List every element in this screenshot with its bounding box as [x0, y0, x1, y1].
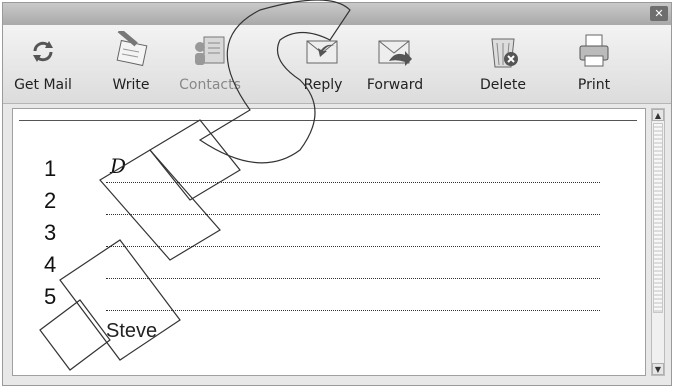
- write-icon: [116, 28, 148, 67]
- line-number: 5: [44, 284, 57, 309]
- line-number: 1: [44, 156, 57, 181]
- get-mail-button[interactable]: Get Mail: [13, 31, 73, 93]
- answer-line-1: 1 D: [44, 154, 604, 188]
- answer-line-2: 2: [44, 188, 604, 220]
- dotted-line: [106, 246, 600, 247]
- handwritten-answer: D: [110, 154, 127, 178]
- reply-icon: [306, 40, 339, 64]
- contacts-icon: [195, 36, 225, 65]
- scroll-up-button[interactable]: ▲: [652, 109, 664, 121]
- get-mail-label: Get Mail: [14, 77, 72, 93]
- answer-line-4: 4: [44, 252, 604, 284]
- scroll-down-button[interactable]: ▼: [652, 363, 664, 375]
- dotted-line: [106, 310, 600, 311]
- reply-label: Reply: [303, 77, 343, 93]
- dotted-line: [106, 182, 600, 183]
- line-number: 4: [44, 252, 57, 277]
- answer-line-3: 3: [44, 220, 604, 252]
- scroll-thumb[interactable]: [653, 123, 663, 313]
- line-number: 2: [44, 188, 57, 213]
- forward-label: Forward: [366, 77, 424, 93]
- title-bar: ✕: [3, 3, 671, 26]
- print-button[interactable]: Print: [569, 31, 619, 93]
- line-number: 3: [44, 220, 57, 245]
- forward-icon: [378, 40, 412, 66]
- get-mail-icon: [33, 41, 53, 62]
- delete-icon: [491, 38, 518, 68]
- print-icon: [579, 34, 609, 67]
- contacts-label: Contacts: [179, 77, 241, 93]
- answer-line-5: 5: [44, 284, 604, 316]
- delete-button[interactable]: Delete: [473, 31, 533, 93]
- vertical-scrollbar[interactable]: ▲ ▼: [651, 108, 665, 376]
- print-label: Print: [577, 77, 611, 93]
- dotted-line: [106, 278, 600, 279]
- signoff: Steve: [106, 320, 158, 342]
- header-divider: [19, 120, 637, 121]
- dotted-line: [106, 214, 600, 215]
- contacts-button[interactable]: Contacts: [175, 31, 245, 93]
- write-button[interactable]: Write: [103, 28, 159, 93]
- close-button[interactable]: ✕: [650, 6, 668, 21]
- toolbar: Get Mail Write Contacts Reply Forward De…: [3, 25, 671, 104]
- write-label: Write: [112, 77, 150, 93]
- forward-button[interactable]: Forward: [363, 31, 427, 93]
- delete-label: Delete: [480, 77, 526, 93]
- reply-button[interactable]: Reply: [295, 31, 351, 93]
